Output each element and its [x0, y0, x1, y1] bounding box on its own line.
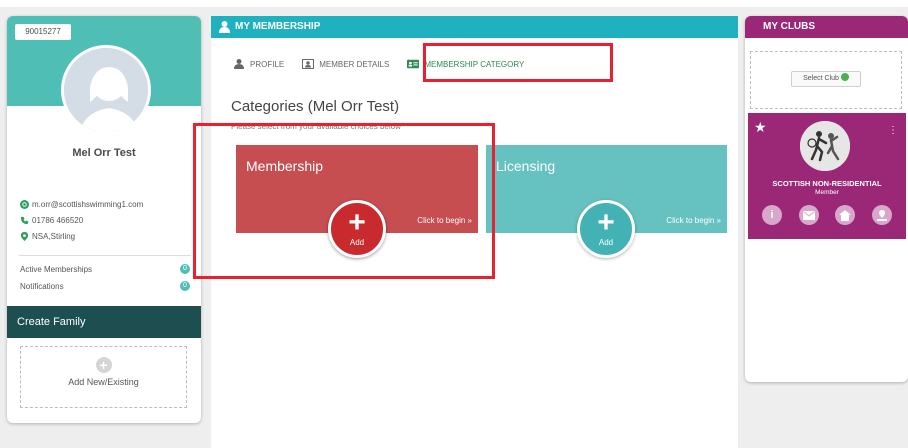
active-memberships-row[interactable]: Active Memberships 0	[20, 264, 190, 274]
profile-panel: 90015277 Mel Orr Test m.orr@scottishswim…	[7, 16, 201, 423]
licensing-card[interactable]: Licensing Click to begin » + Add	[486, 145, 727, 258]
map-marker-icon	[876, 209, 887, 221]
phone-icon	[20, 216, 29, 225]
envelope-icon	[802, 210, 815, 220]
club-emblem-icon	[800, 121, 850, 171]
info-icon[interactable]: i	[762, 205, 782, 225]
licensing-click-to-begin[interactable]: Click to begin »	[666, 216, 721, 225]
person-icon	[219, 21, 230, 33]
categories-title: Categories (Mel Orr Test)	[231, 98, 400, 115]
phone-text: 01786 466520	[32, 216, 84, 225]
location-text: NSA,Stirling	[32, 232, 76, 241]
tab-member-details-label: MEMBER DETAILS	[319, 59, 390, 69]
highlight-box-category-tab	[423, 43, 613, 82]
licensing-add-button[interactable]: + Add	[577, 200, 635, 258]
club-role: Member	[815, 189, 839, 196]
person-silhouette-icon	[64, 48, 148, 132]
email-icon	[20, 200, 29, 209]
active-memberships-label: Active Memberships	[20, 265, 93, 274]
tab-member-details[interactable]: MEMBER DETAILS	[302, 56, 389, 72]
club-actions: i	[762, 205, 892, 225]
email-text: m.orr@scottishswimming1.com	[32, 200, 144, 209]
location-icon[interactable]	[871, 205, 892, 225]
select-club-area: Select Club	[750, 51, 902, 109]
add-family-member-button[interactable]: + Add New/Existing	[20, 346, 187, 408]
club-logo	[800, 121, 850, 171]
add-circle-icon	[840, 73, 849, 81]
create-family-header: Create Family	[7, 306, 201, 338]
house-icon	[839, 209, 852, 221]
licensing-add-label: Add	[598, 238, 614, 247]
notifications-label: Notifications	[20, 282, 64, 291]
email-row[interactable]: m.orr@scottishswimming1.com	[20, 200, 143, 209]
divider	[19, 255, 191, 256]
phone-row: 01786 466520	[20, 216, 83, 225]
mail-icon[interactable]	[798, 205, 819, 225]
select-club-label: Select Club	[803, 75, 839, 82]
location-row: NSA,Stirling	[20, 232, 75, 241]
notifications-row[interactable]: Notifications 0	[20, 281, 190, 291]
id-card-icon	[302, 59, 315, 69]
plus-icon: +	[597, 206, 615, 239]
home-icon[interactable]	[835, 205, 856, 225]
add-new-existing-label: Add New/Existing	[68, 377, 139, 387]
star-icon[interactable]: ★	[754, 119, 767, 136]
tab-profile[interactable]: PROFILE	[233, 56, 284, 72]
highlight-box-membership-card	[193, 123, 495, 279]
clubs-panel: MY CLUBS Select Club ★ ⋮ SCOTTISH NON-RE…	[745, 16, 908, 382]
membership-header-title: MY MEMBERSHIP	[235, 21, 321, 32]
person-icon	[234, 59, 244, 69]
active-memberships-count: 0	[180, 264, 190, 274]
notifications-count: 0	[180, 281, 190, 291]
map-pin-icon	[20, 232, 29, 241]
membership-header: MY MEMBERSHIP	[211, 16, 738, 38]
member-name: Mel Orr Test	[72, 147, 136, 159]
category-card-icon	[407, 59, 420, 69]
tab-profile-label: PROFILE	[250, 59, 285, 69]
licensing-card-title: Licensing	[496, 158, 556, 174]
club-name: SCOTTISH NON-RESIDENTIAL	[772, 179, 882, 188]
avatar[interactable]	[61, 45, 151, 135]
more-options-icon[interactable]: ⋮	[888, 125, 898, 136]
plus-circle-icon: +	[95, 357, 112, 373]
select-club-button[interactable]: Select Club	[791, 71, 861, 87]
member-id: 90015277	[15, 24, 71, 40]
top-strip	[0, 0, 908, 7]
club-card[interactable]: ★ ⋮ SCOTTISH NON-RESIDENTIAL Member i	[748, 113, 906, 239]
clubs-header: MY CLUBS	[745, 16, 908, 38]
